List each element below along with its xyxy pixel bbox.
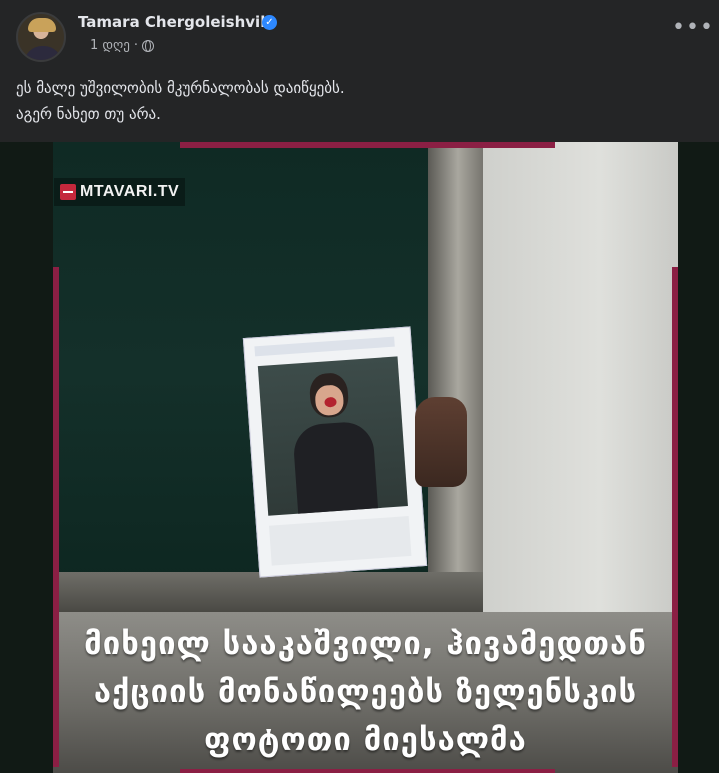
avatar-shirt <box>24 46 62 60</box>
held-photo <box>242 326 428 578</box>
post-text-line: ეს მალე უშვილობის მკურნალობას დაიწყებს. <box>16 79 345 97</box>
person-body <box>292 420 379 514</box>
photo-caption-area <box>268 516 412 566</box>
media-caption: მიხეილ სააკაშვილი, ჰივამედთან აქციის მონ… <box>53 610 678 773</box>
post-meta: 1 დღე · <box>90 38 154 53</box>
photo-topbar <box>254 336 395 357</box>
logo-mark-icon <box>60 184 76 200</box>
logo-text: MTAVARI.TV <box>80 183 180 200</box>
caption-line: ფოტოთი მიესალმა <box>204 721 527 758</box>
accent-right-bar <box>672 267 678 767</box>
accent-top-bar <box>180 142 555 148</box>
video-frame: მიხეილ სააკაშვილი, ჰივამედთან აქციის მონ… <box>53 142 678 773</box>
hand <box>415 397 467 487</box>
post-header: Tamara Chergoleishvili ✓ 1 დღე · ••• <box>0 0 719 70</box>
post-text: ეს მალე უშვილობის მკურნალობას დაიწყებს. … <box>16 75 345 127</box>
post-time[interactable]: 1 დღე <box>90 38 130 53</box>
verified-badge-icon: ✓ <box>262 15 277 30</box>
window-sill <box>53 572 483 612</box>
caption-line: მიხეილ სააკაშვილი, ჰივამედთან <box>84 625 647 662</box>
accent-bottom-bar <box>180 769 555 773</box>
meta-separator: · <box>133 38 138 53</box>
author-name[interactable]: Tamara Chergoleishvili <box>78 13 270 31</box>
avatar-hair <box>28 18 56 32</box>
window-frame <box>428 142 488 602</box>
post-text-line: აგერ ნახეთ თუ არა. <box>16 105 161 123</box>
accent-left-bar <box>53 267 59 767</box>
photo-image <box>257 356 408 516</box>
post-media[interactable]: მიხეილ სააკაშვილი, ჰივამედთან აქციის მონ… <box>0 142 719 773</box>
globe-icon[interactable] <box>142 39 154 52</box>
caption-line: აქციის მონაწილეებს ზელენსკის <box>93 673 638 710</box>
more-options-button[interactable]: ••• <box>672 17 713 46</box>
mtavari-logo: MTAVARI.TV <box>54 178 186 206</box>
author-avatar[interactable] <box>16 12 66 62</box>
